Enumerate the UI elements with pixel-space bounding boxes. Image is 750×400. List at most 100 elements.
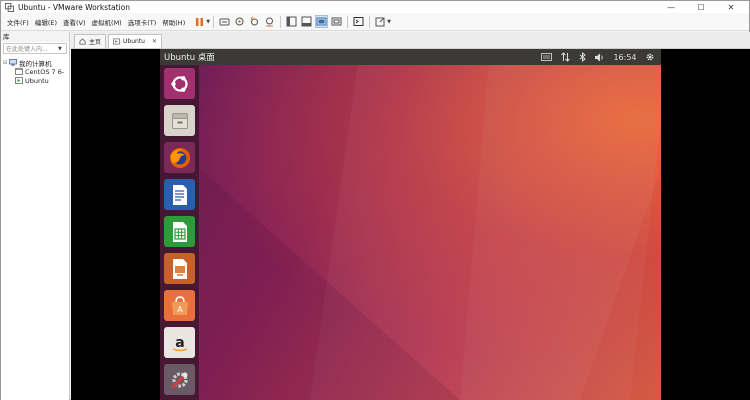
send-ctrl-alt-del-button[interactable] [218, 15, 231, 28]
svg-text:A: A [177, 305, 183, 314]
snapshot-icon [235, 17, 244, 26]
menu-bar: 文件(F) 编辑(E) 查看(V) 虚拟机(M) 选项卡(T) 帮助(H) ▼ [1, 13, 749, 31]
snapshot-button[interactable] [233, 15, 246, 28]
menu-view[interactable]: 查看(V) [60, 17, 89, 27]
tab-ubuntu-label: Ubuntu [123, 38, 145, 45]
sidebar-toggle-button[interactable] [285, 15, 298, 28]
libreoffice-calc-icon [172, 221, 187, 242]
computer-icon [9, 59, 17, 66]
tab-ubuntu[interactable]: Ubuntu ✕ [108, 34, 163, 48]
home-icon [79, 38, 86, 45]
tree-label-my-computer: 我的计算机 [19, 59, 52, 68]
menu-help[interactable]: 帮助(H) [159, 17, 188, 27]
vm-icon [113, 38, 120, 45]
unity-button[interactable] [330, 15, 343, 28]
pause-icon [196, 17, 204, 26]
view-stretch-icon [375, 17, 385, 27]
view-stretch-dropdown-icon[interactable]: ▼ [387, 19, 391, 25]
ubuntu-launcher: A a [160, 65, 199, 400]
tab-home[interactable]: 主页 [74, 34, 107, 48]
tree-label-ubuntu: Ubuntu [25, 76, 49, 85]
toolbar: ▼ ▼ [192, 13, 391, 31]
tab-close-icon[interactable]: ✕ [152, 38, 157, 45]
network-indicator[interactable] [558, 49, 572, 65]
library-search-input[interactable]: 在此处键入内... ▼ [3, 43, 67, 54]
keyboard-icon [540, 53, 552, 61]
close-button[interactable]: ✕ [717, 1, 745, 13]
search-dropdown-icon[interactable]: ▼ [58, 46, 66, 52]
vmware-app-icon [5, 2, 14, 12]
toolbar-separator [213, 15, 215, 28]
revert-snapshot-icon [250, 16, 259, 26]
main-content: 主页 Ubuntu ✕ Ubuntu 桌面 16:54 A a [71, 32, 750, 400]
launcher-calc[interactable] [164, 216, 195, 247]
sidebar-toggle-icon [286, 16, 297, 27]
tree-node-centos[interactable]: CentOS 7 6- [1, 67, 69, 76]
clock[interactable]: 16:54 [612, 49, 638, 65]
menu-vm[interactable]: 虚拟机(M) [89, 17, 125, 27]
launcher-impress[interactable] [164, 253, 195, 284]
window-title: Ubuntu - VMware Workstation [18, 2, 130, 12]
system-settings-icon [170, 371, 188, 389]
console-button[interactable] [352, 15, 365, 28]
menu-tabs[interactable]: 选项卡(T) [125, 17, 160, 27]
console-icon [353, 17, 364, 26]
tab-home-label: 主页 [89, 39, 102, 46]
software-center-icon: A [171, 295, 188, 315]
ubuntu-dash-icon [170, 75, 188, 92]
files-icon [171, 112, 188, 129]
launcher-writer[interactable] [164, 179, 195, 210]
libreoffice-impress-icon [172, 258, 187, 279]
network-icon [560, 52, 570, 62]
launcher-system-settings[interactable] [164, 364, 195, 395]
toolbar-separator [280, 15, 282, 28]
menu-file[interactable]: 文件(F) [4, 17, 32, 27]
pause-button[interactable] [193, 15, 206, 28]
tree-node-ubuntu[interactable]: Ubuntu [1, 76, 69, 85]
send-ctrl-alt-del-icon [219, 18, 230, 26]
vm-display[interactable]: Ubuntu 桌面 16:54 A a [71, 49, 750, 400]
amazon-icon: a [172, 335, 187, 351]
bluetooth-icon [579, 52, 586, 62]
tree-node-my-computer[interactable]: ⊟ 我的计算机 [1, 58, 69, 67]
snapshot-manager-icon [266, 17, 274, 27]
launcher-amazon[interactable]: a [164, 327, 195, 358]
view-stretch-button[interactable] [374, 15, 387, 28]
menu-edit[interactable]: 编辑(E) [32, 17, 60, 27]
revert-snapshot-button[interactable] [248, 15, 261, 28]
tab-bar: 主页 Ubuntu ✕ [71, 32, 750, 49]
toolbar-separator [347, 15, 349, 28]
unity-icon [331, 17, 342, 26]
title-bar: Ubuntu - VMware Workstation — ☐ ✕ [1, 1, 749, 13]
wallpaper-streaks [200, 49, 661, 400]
pause-dropdown-icon[interactable]: ▼ [206, 19, 210, 25]
snapshot-manager-button[interactable] [263, 15, 276, 28]
library-sidebar: 库 在此处键入内... ▼ ⊟ 我的计算机 CentOS 7 6- Ubuntu [1, 32, 70, 400]
bluetooth-indicator[interactable] [576, 49, 588, 65]
volume-indicator[interactable] [592, 49, 606, 65]
maximize-button[interactable]: ☐ [687, 1, 715, 13]
minimize-button[interactable]: — [657, 1, 685, 13]
keyboard-indicator[interactable] [538, 49, 554, 65]
volume-icon [595, 53, 603, 61]
ubuntu-panel-title: Ubuntu 桌面 [164, 53, 215, 63]
vmware-window: Ubuntu - VMware Workstation — ☐ ✕ 文件(F) … [0, 0, 750, 400]
ubuntu-desktop[interactable]: Ubuntu 桌面 16:54 A a [160, 49, 661, 400]
library-header: 库 [1, 32, 69, 42]
ubuntu-top-panel: Ubuntu 桌面 16:54 [160, 49, 661, 65]
launcher-dash[interactable] [164, 68, 195, 99]
settings-gear-icon [646, 53, 654, 61]
svg-text:a: a [175, 335, 184, 351]
toolbar-separator [369, 15, 371, 28]
thumbnail-bar-button[interactable] [300, 15, 313, 28]
launcher-files[interactable] [164, 105, 195, 136]
firefox-icon [169, 147, 190, 168]
tree-label-centos: CentOS 7 6- [25, 67, 65, 76]
settings-indicator[interactable] [642, 49, 658, 65]
vm-running-icon [15, 77, 23, 84]
full-screen-button[interactable] [315, 15, 329, 28]
launcher-firefox[interactable] [164, 142, 195, 173]
launcher-software[interactable]: A [164, 290, 195, 321]
vm-icon [15, 68, 23, 75]
full-screen-icon [316, 17, 327, 26]
